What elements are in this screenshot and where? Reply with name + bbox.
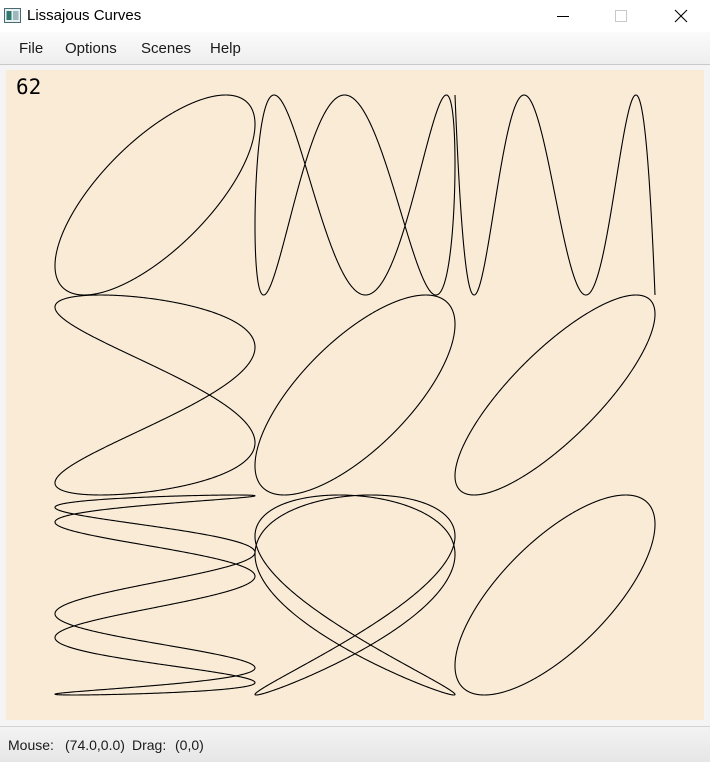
mouse-coordinates: (74.0,0.0) [65,737,125,753]
menu-options[interactable]: Options [65,40,117,57]
minimize-icon [557,16,569,17]
lissajous-curve-2 [254,94,456,296]
fps-counter: 62 [16,75,42,99]
drag-coordinates: (0,0) [175,737,204,753]
lissajous-curve-5 [254,294,456,496]
lissajous-curve-6 [454,294,656,496]
status-bar: Mouse: (74.0,0.0) Drag: (0,0) [0,726,710,762]
lissajous-curve-3 [454,94,656,296]
menu-scenes[interactable]: Scenes [141,40,191,57]
menu-help[interactable]: Help [210,40,241,57]
lissajous-app-icon [4,8,21,23]
close-button[interactable] [652,0,710,32]
maximize-icon [615,10,627,22]
menu-file[interactable]: File [19,40,43,57]
close-icon [674,9,688,23]
title-bar[interactable]: Lissajous Curves [0,0,710,32]
lissajous-curve-8 [254,494,456,696]
mouse-label: Mouse: [8,737,54,753]
lissajous-canvas[interactable] [6,70,704,720]
lissajous-curve-9 [454,494,656,696]
lissajous-curves-svg [54,94,656,696]
menu-bar: File Options Scenes Help [0,32,710,65]
drag-label: Drag: [132,737,167,753]
lissajous-curve-4 [54,294,256,496]
lissajous-curve-7 [54,494,256,696]
window-title: Lissajous Curves [27,7,142,24]
minimize-button[interactable] [534,0,592,32]
lissajous-curve-1 [54,94,256,296]
maximize-button[interactable] [592,0,650,32]
